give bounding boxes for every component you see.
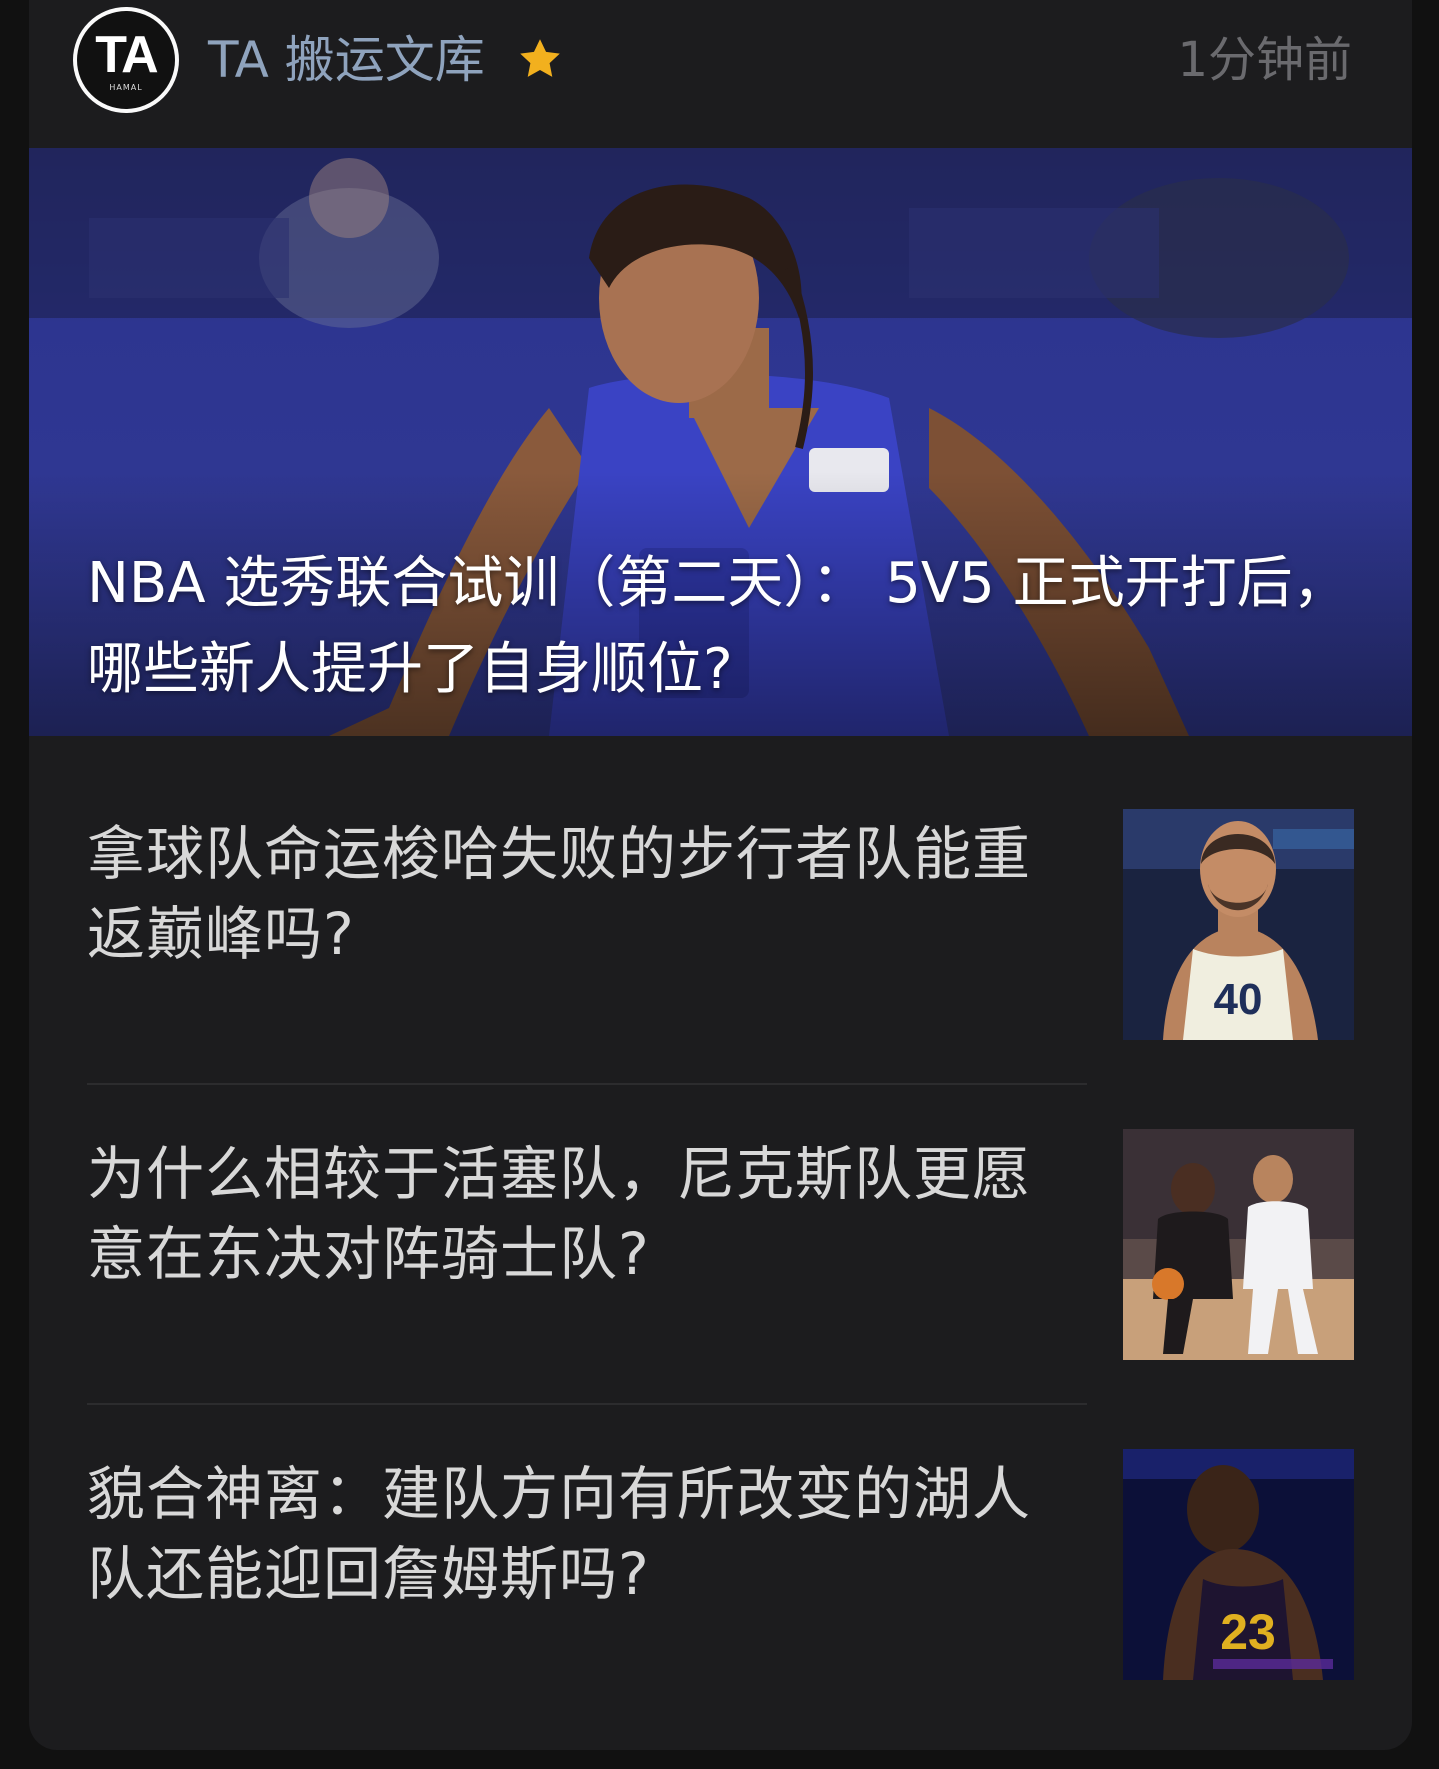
article-thumbnail[interactable]: [1123, 1129, 1354, 1360]
article-title[interactable]: 拿球队命运梭哈失败的步行者队能重返巅峰吗?: [87, 814, 1047, 974]
avatar-logo-text: TA: [95, 25, 158, 84]
svg-text:40: 40: [1214, 975, 1263, 1024]
svg-text:23: 23: [1220, 1604, 1276, 1660]
star-icon: [520, 39, 560, 77]
article-thumbnail[interactable]: 23: [1123, 1449, 1354, 1680]
post-timestamp: 1分钟前: [1177, 32, 1352, 88]
avatar-logo-subtext: HAMAL: [109, 82, 143, 92]
list-item[interactable]: 为什么相较于活塞队，尼克斯队更愿意在东决对阵骑士队?: [29, 1056, 1412, 1405]
avatar-logo: TA HAMAL: [77, 11, 175, 109]
avatar[interactable]: TA HAMAL: [73, 7, 179, 113]
hero-article-title[interactable]: NBA 选秀联合试训（第二天）： 5V5 正式开打后，哪些新人提升了自身顺位?: [87, 541, 1377, 713]
hero-article[interactable]: NBA 选秀联合试训（第二天）： 5V5 正式开打后，哪些新人提升了自身顺位?: [29, 148, 1412, 736]
channel-header[interactable]: TA HAMAL TA 搬运文库 1分钟前: [29, 0, 1412, 148]
article-title[interactable]: 为什么相较于活塞队，尼克斯队更愿意在东决对阵骑士队?: [87, 1134, 1047, 1294]
list-item[interactable]: 貌合神离：建队方向有所改变的湖人队还能迎回詹姆斯吗? 23: [29, 1376, 1412, 1696]
article-thumbnail[interactable]: 40: [1123, 809, 1354, 1040]
channel-name[interactable]: TA 搬运文库: [208, 28, 485, 92]
list-item[interactable]: 拿球队命运梭哈失败的步行者队能重返巅峰吗? 40: [29, 736, 1412, 1085]
article-card: TA HAMAL TA 搬运文库 1分钟前 NBA 选秀联合试训（第二天）： 5…: [29, 0, 1412, 1750]
article-title[interactable]: 貌合神离：建队方向有所改变的湖人队还能迎回詹姆斯吗?: [87, 1454, 1047, 1614]
